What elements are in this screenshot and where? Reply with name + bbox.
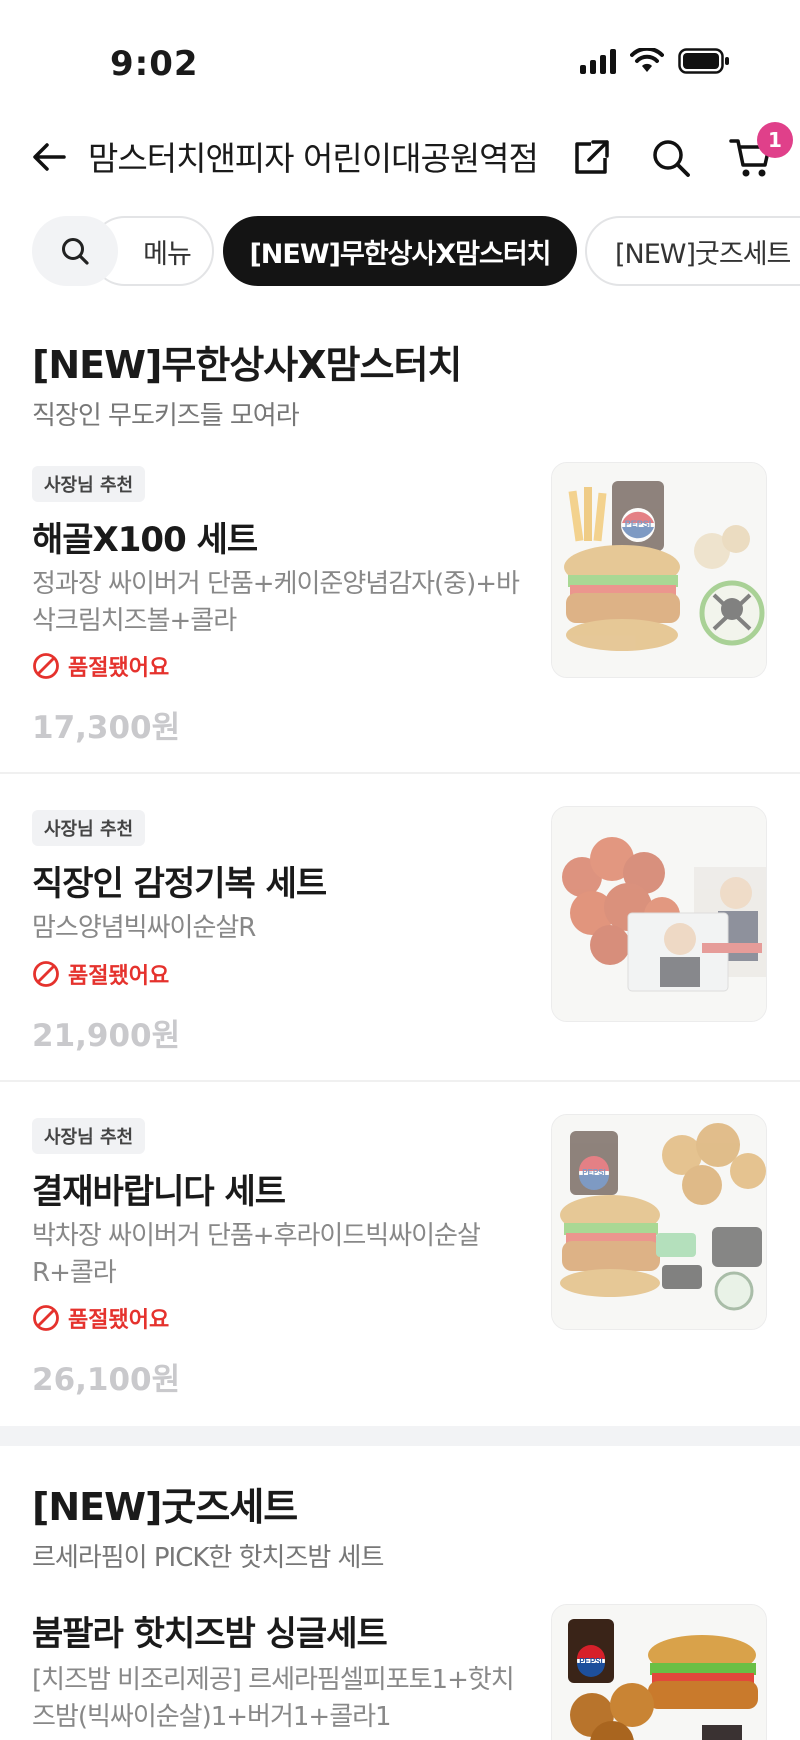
tab-goods-set[interactable]: [NEW]굿즈세트 [585, 216, 800, 286]
cart-button[interactable]: 1 [725, 122, 793, 184]
menu-item[interactable]: 사장님 추천 결재바랍니다 세트 박차장 싸이버거 단품+후라이드빅싸이순살R+… [0, 1114, 800, 1424]
owner-recommend-badge: 사장님 추천 [32, 1118, 146, 1154]
section-title: [NEW]굿즈세트 [32, 1485, 298, 1529]
item-name: 직장인 감정기복 세트 [32, 864, 327, 904]
pepsi-logo-text: PEPSI [582, 1168, 606, 1177]
cellular-signal-icon [580, 48, 616, 74]
item-description: 정과장 싸이버거 단품+케이준양념감자(중)+바삭크림치즈볼+콜라 [32, 569, 520, 636]
share-button[interactable] [565, 132, 617, 184]
prohibited-icon [33, 961, 59, 987]
section-subtitle: 직장인 무도키즈들 모여라 [32, 401, 300, 431]
menu-item[interactable]: 사장님 추천 해골X100 세트 정과장 싸이버거 단품+케이준양념감자(중)+… [0, 462, 800, 772]
prohibited-icon [33, 653, 59, 679]
burger-chicken-set-image: PEPSI [552, 1115, 766, 1329]
item-thumbnail [551, 806, 767, 1022]
menu-item[interactable]: 붐팔라 핫치즈밤 싱글세트 [치즈밤 비조리제공] 르세라핌셀피포토1+핫치즈밤… [0, 1604, 800, 1740]
soldout-text: 품절됐어요 [68, 1308, 170, 1333]
category-tabs[interactable]: 메뉴 [NEW]무한상사X맘스터치 [NEW]굿즈세트 [0, 212, 800, 288]
soldout-text: 품절됐어요 [68, 656, 170, 681]
menu-search-button[interactable] [32, 216, 118, 286]
item-price: 26,100원 [32, 1362, 181, 1398]
hot-cheese-ball-set-image: PEPSI [552, 1605, 766, 1740]
share-icon [575, 140, 609, 174]
item-description: [치즈밤 비조리제공] 르세라핌셀피포토1+핫치즈밤(빅싸이순살)1+버거1+콜… [32, 1665, 515, 1732]
soldout-label: 품절됐어요 [32, 650, 169, 682]
item-price: 21,900원 [32, 1018, 181, 1054]
search-button[interactable] [645, 132, 697, 184]
soldout-label: 품절됐어요 [32, 958, 169, 990]
section-title: [NEW]무한상사X맘스터치 [32, 343, 462, 387]
pepsi-logo-text: PEPSI [625, 519, 652, 529]
burger-set-image: PEPSI [552, 463, 766, 677]
status-time: 9:02 [110, 44, 199, 84]
search-icon [653, 140, 690, 177]
item-description: 박차장 싸이버거 단품+후라이드빅싸이순살R+콜라 [32, 1221, 481, 1288]
item-divider [0, 1080, 800, 1082]
owner-recommend-badge: 사장님 추천 [32, 466, 146, 502]
battery-icon [678, 48, 729, 74]
status-icons [580, 48, 730, 74]
cart-count-badge: 1 [757, 122, 793, 158]
item-name: 붐팔라 핫치즈밤 싱글세트 [32, 1614, 388, 1654]
item-divider [0, 772, 800, 774]
arrow-left-icon [33, 143, 66, 171]
status-bar: 9:02 [0, 0, 800, 110]
back-button[interactable] [26, 134, 72, 180]
item-price: 17,300원 [32, 710, 181, 746]
tab-muhan-sangsa[interactable]: [NEW]무한상사X맘스터치 [223, 216, 577, 286]
section-divider [0, 1426, 800, 1446]
search-icon [62, 238, 89, 265]
prohibited-icon [33, 1305, 59, 1331]
chicken-set-image [552, 807, 766, 1021]
store-header: 맘스터치앤피자 어린이대공원역점 1 [0, 110, 800, 200]
item-name: 결재바랍니다 세트 [32, 1172, 286, 1212]
menu-item[interactable]: 사장님 추천 직장인 감정기복 세트 맘스양념빅싸이순살R 품절됐어요 21,9… [0, 806, 800, 1080]
soldout-text: 품절됐어요 [68, 964, 170, 989]
item-name: 해골X100 세트 [32, 520, 258, 560]
section-subtitle: 르세라핌이 PICK한 핫치즈밤 세트 [32, 1543, 384, 1573]
store-name: 맘스터치앤피자 어린이대공원역점 [88, 139, 539, 178]
soldout-label: 품절됐어요 [32, 1302, 169, 1334]
pepsi-logo-text: PEPSI [579, 1657, 603, 1666]
wifi-icon [630, 48, 664, 72]
item-thumbnail: PEPSI [551, 1604, 767, 1740]
owner-recommend-badge: 사장님 추천 [32, 810, 146, 846]
item-thumbnail: PEPSI [551, 1114, 767, 1330]
item-thumbnail: PEPSI [551, 462, 767, 678]
item-description: 맘스양념빅싸이순살R [32, 913, 256, 943]
